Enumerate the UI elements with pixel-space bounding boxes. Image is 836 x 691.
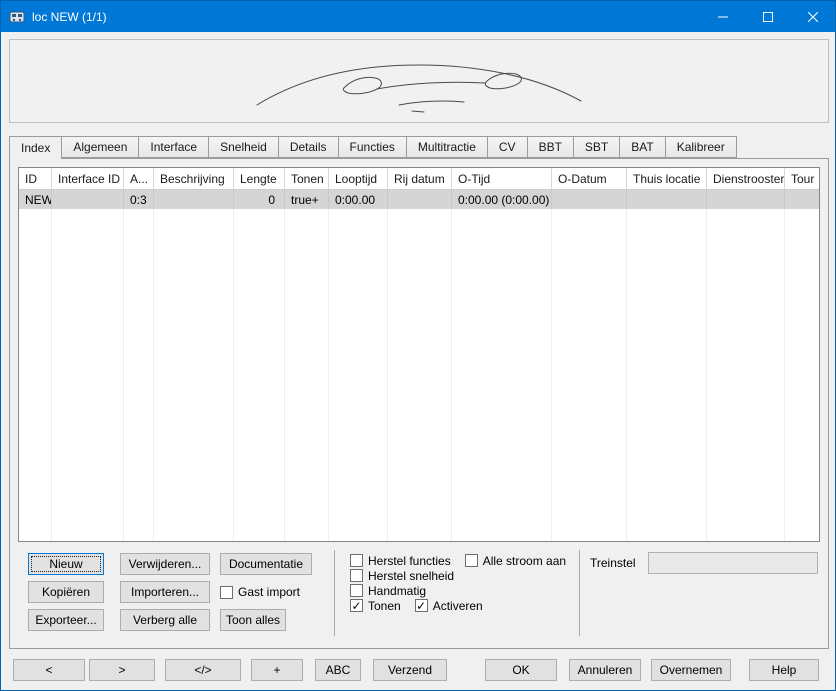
cell-o-datum xyxy=(552,190,627,209)
locomotive-preview-panel xyxy=(9,39,829,123)
abc-button[interactable]: ABC xyxy=(315,659,361,681)
importeren-button[interactable]: Importeren... xyxy=(120,581,210,603)
tab-sbt[interactable]: SBT xyxy=(574,136,620,158)
nieuw-button[interactable]: Nieuw xyxy=(28,553,104,575)
column-header-o-tijd[interactable]: O-Tijd xyxy=(452,168,552,189)
loc-dialog-window: loc NEW (1/1) Index Algemeen Inter xyxy=(0,0,836,691)
cell-id: NEW xyxy=(19,190,52,209)
overnemen-button[interactable]: Overnemen xyxy=(651,659,731,681)
plus-button[interactable]: + xyxy=(251,659,303,681)
column-header-dienstrooster[interactable]: Dienstrooster xyxy=(707,168,785,189)
ok-button[interactable]: OK xyxy=(485,659,557,681)
cell-thuis-locatie xyxy=(627,190,707,209)
herstel-snelheid-label: Herstel snelheid xyxy=(368,569,454,583)
verwijderen-button[interactable]: Verwijderen... xyxy=(120,553,210,575)
cell-dienstrooster xyxy=(707,190,785,209)
column-header-beschrijving[interactable]: Beschrijving xyxy=(154,168,234,189)
tab-snelheid[interactable]: Snelheid xyxy=(209,136,279,158)
column-header-o-datum[interactable]: O-Datum xyxy=(552,168,627,189)
gast-import-checkbox[interactable] xyxy=(220,586,233,599)
tab-algemeen[interactable]: Algemeen xyxy=(62,136,139,158)
verberg-alle-button[interactable]: Verberg alle xyxy=(120,609,210,631)
column-header-rij-datum[interactable]: Rij datum xyxy=(388,168,452,189)
cell-lengte: 0 xyxy=(234,190,285,209)
tab-kalibreer[interactable]: Kalibreer xyxy=(666,136,737,158)
documentatie-button[interactable]: Documentatie xyxy=(220,553,312,575)
column-header-adres[interactable]: A... xyxy=(124,168,154,189)
cell-interface-id xyxy=(52,190,124,209)
herstel-functies-label: Herstel functies xyxy=(368,554,451,568)
activeren-label: Activeren xyxy=(433,599,483,613)
handmatig-checkbox[interactable] xyxy=(350,584,363,597)
xml-button[interactable]: </> xyxy=(165,659,241,681)
toon-alles-button[interactable]: Toon alles xyxy=(220,609,286,631)
treinstel-label: Treinstel xyxy=(590,556,636,570)
controls-area: Nieuw Verwijderen... Documentatie Kopiër… xyxy=(18,547,820,642)
help-button[interactable]: Help xyxy=(749,659,819,681)
close-button[interactable] xyxy=(790,1,835,32)
titlebar: loc NEW (1/1) xyxy=(1,1,835,32)
app-icon xyxy=(9,9,25,25)
tab-multitractie[interactable]: Multitractie xyxy=(407,136,488,158)
loc-table: ID Interface ID A... Beschrijving Lengte… xyxy=(18,167,820,542)
treinstel-input[interactable] xyxy=(648,552,818,574)
cell-tonen: true+ xyxy=(285,190,329,209)
tonen-checkbox[interactable] xyxy=(350,599,363,612)
cell-rij-datum xyxy=(388,190,452,209)
minimize-button[interactable] xyxy=(700,1,745,32)
maximize-button[interactable] xyxy=(745,1,790,32)
cell-beschrijving xyxy=(154,190,234,209)
verzend-button[interactable]: Verzend xyxy=(373,659,447,681)
index-tab-page: ID Interface ID A... Beschrijving Lengte… xyxy=(9,158,829,649)
column-header-tour[interactable]: Tour xyxy=(785,168,819,189)
cell-adres: 0:3 xyxy=(124,190,154,209)
window-title: loc NEW (1/1) xyxy=(32,10,107,24)
herstel-snelheid-checkbox[interactable] xyxy=(350,569,363,582)
alle-stroom-aan-checkbox[interactable] xyxy=(465,554,478,567)
herstel-functies-checkbox[interactable] xyxy=(350,554,363,567)
activeren-checkbox[interactable] xyxy=(415,599,428,612)
column-header-id[interactable]: ID xyxy=(19,168,52,189)
vertical-divider xyxy=(334,550,335,636)
cell-o-tijd: 0:00.00 (0:00.00) xyxy=(452,190,552,209)
tab-bbt[interactable]: BBT xyxy=(528,136,574,158)
tab-interface[interactable]: Interface xyxy=(139,136,209,158)
tab-index[interactable]: Index xyxy=(9,136,62,159)
tab-strip: Index Algemeen Interface Snelheid Detail… xyxy=(9,136,737,159)
locomotive-sketch xyxy=(249,43,589,119)
tab-cv[interactable]: CV xyxy=(488,136,528,158)
alle-stroom-aan-label: Alle stroom aan xyxy=(483,554,566,568)
table-header-row: ID Interface ID A... Beschrijving Lengte… xyxy=(19,168,819,190)
column-header-interface-id[interactable]: Interface ID xyxy=(52,168,124,189)
table-row[interactable]: NEW 0:3 0 true+ 0:00.00 0:00.00 (0:00.00… xyxy=(19,190,819,209)
list-action-buttons: Nieuw Verwijderen... Documentatie Kopiër… xyxy=(28,553,320,637)
next-loc-button[interactable]: > xyxy=(89,659,155,681)
column-header-lengte[interactable]: Lengte xyxy=(234,168,285,189)
kopieren-button[interactable]: Kopiëren xyxy=(28,581,104,603)
tab-bat[interactable]: BAT xyxy=(620,136,665,158)
tab-functies[interactable]: Functies xyxy=(339,136,407,158)
exporteer-button[interactable]: Exporteer... xyxy=(28,609,104,631)
annuleren-button[interactable]: Annuleren xyxy=(569,659,641,681)
handmatig-label: Handmatig xyxy=(368,584,426,598)
column-header-tonen[interactable]: Tonen xyxy=(285,168,329,189)
footer-button-bar: < > </> + ABC Verzend OK Annuleren Overn… xyxy=(1,649,835,690)
gast-import-label: Gast import xyxy=(238,585,300,599)
option-checkboxes: Herstel functies Alle stroom aan Herstel… xyxy=(350,553,566,613)
tab-details[interactable]: Details xyxy=(279,136,339,158)
vertical-divider xyxy=(579,550,580,636)
prev-loc-button[interactable]: < xyxy=(13,659,85,681)
cell-looptijd: 0:00.00 xyxy=(329,190,388,209)
column-header-thuis-locatie[interactable]: Thuis locatie xyxy=(627,168,707,189)
table-empty-area xyxy=(19,209,819,541)
column-header-looptijd[interactable]: Looptijd xyxy=(329,168,388,189)
tonen-label: Tonen xyxy=(368,599,401,613)
cell-tour xyxy=(785,190,819,209)
